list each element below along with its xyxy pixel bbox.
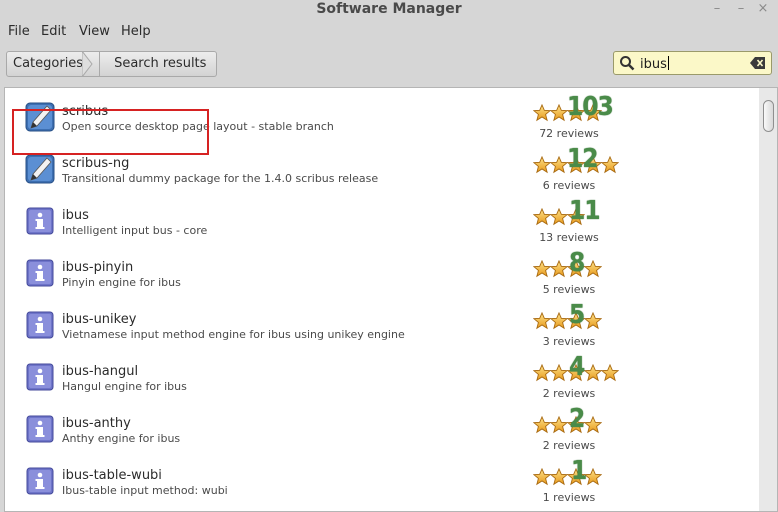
review-count-overlay: 2 [569,404,585,434]
toolbar: Categories Search results ibus [0,44,778,86]
app-summary: Transitional dummy package for the 1.4.0… [62,172,379,185]
star-icon [533,468,551,486]
scrollbar-thumb[interactable] [763,100,774,132]
app-summary: Intelligent input bus - core [62,224,208,237]
star-icon [550,364,568,382]
info-icon [25,310,55,340]
star-icon [533,312,551,330]
window-title: Software Manager [316,1,462,17]
star-icon [550,104,568,122]
star-icon [533,156,551,174]
maximize-button[interactable]: – [734,1,748,17]
info-icon [25,414,55,444]
app-name: scribus-ng [62,156,130,171]
minimize-button[interactable]: – [710,1,724,17]
review-count-overlay: 103 [567,92,614,122]
star-icon [533,104,551,122]
review-count: 2 reviews [542,387,596,400]
star-icon [533,208,551,226]
star-icon [533,260,551,278]
app-name: ibus-hangul [62,364,139,379]
info-icon [25,362,55,392]
menu-bar: File Edit View Help [0,20,778,44]
breadcrumb: Categories Search results [6,51,218,77]
menu-file[interactable]: File [8,24,30,39]
breadcrumb-separator-icon [82,51,93,77]
app-name: ibus-pinyin [62,260,134,275]
clear-search-icon[interactable] [750,56,766,70]
search-box[interactable]: ibus [613,51,772,75]
app-row-ibus-anthy[interactable]: ibus-anthy Anthy engine for ibus 2 2 rev… [5,404,760,456]
app-name: ibus [62,208,89,223]
app-row-ibus[interactable]: ibus Intelligent input bus - core 11 13 … [5,196,760,248]
title-bar: Software Manager – – × [0,0,778,20]
star-icon [550,416,568,434]
close-button[interactable]: × [756,1,770,17]
star-icon [533,416,551,434]
review-count: 6 reviews [542,179,596,192]
app-row-ibus-table-wubi[interactable]: ibus-table-wubi Ibus-table input method:… [5,456,760,508]
menu-view[interactable]: View [79,24,110,39]
scrollbar[interactable] [759,88,777,511]
star-icon [584,468,602,486]
star-icon [533,364,551,382]
star-icon [550,312,568,330]
star-icon [584,312,602,330]
star-icon [550,208,568,226]
star-icon [550,156,568,174]
menu-edit[interactable]: Edit [41,24,66,39]
app-name: ibus-anthy [62,416,131,431]
search-input[interactable]: ibus [640,56,669,72]
app-row-ibus-pinyin[interactable]: ibus-pinyin Pinyin engine for ibus 8 5 r… [5,248,760,300]
app-name: ibus-table-wubi [62,468,162,483]
selection-highlight [12,109,209,155]
info-icon [25,258,55,288]
app-summary: Hangul engine for ibus [62,380,187,393]
review-count: 72 reviews [539,127,599,140]
app-summary: Vietnamese input method engine for ibus … [62,328,405,341]
review-count-overlay: 11 [569,196,601,226]
star-icon [584,364,602,382]
app-summary: Pinyin engine for ibus [62,276,181,289]
info-icon [25,466,55,496]
app-row-ibus-unikey[interactable]: ibus-unikey Vietnamese input method engi… [5,300,760,352]
star-icon [601,156,619,174]
app-name: ibus-unikey [62,312,137,327]
app-row-ibus-hangul[interactable]: ibus-hangul Hangul engine for ibus 4 2 r… [5,352,760,404]
star-icon [601,364,619,382]
review-count-overlay: 8 [569,248,585,278]
star-icon [550,468,568,486]
review-count-overlay: 4 [569,352,585,382]
star-icon [584,416,602,434]
search-icon [620,56,635,71]
scribus-icon [25,154,55,184]
review-count: 13 reviews [539,231,599,244]
review-count-overlay: 1 [571,456,587,486]
review-count-overlay: 12 [567,144,599,174]
review-count: 5 reviews [542,283,596,296]
info-icon [25,206,55,236]
review-count: 1 reviews [542,491,596,504]
review-count-overlay: 5 [569,300,585,330]
review-count: 3 reviews [542,335,596,348]
star-icon [550,260,568,278]
app-summary: Ibus-table input method: wubi [62,484,228,497]
app-summary: Anthy engine for ibus [62,432,181,445]
breadcrumb-search-results[interactable]: Search results [100,51,218,77]
review-count: 2 reviews [542,439,596,452]
menu-help[interactable]: Help [121,24,151,39]
star-icon [584,260,602,278]
